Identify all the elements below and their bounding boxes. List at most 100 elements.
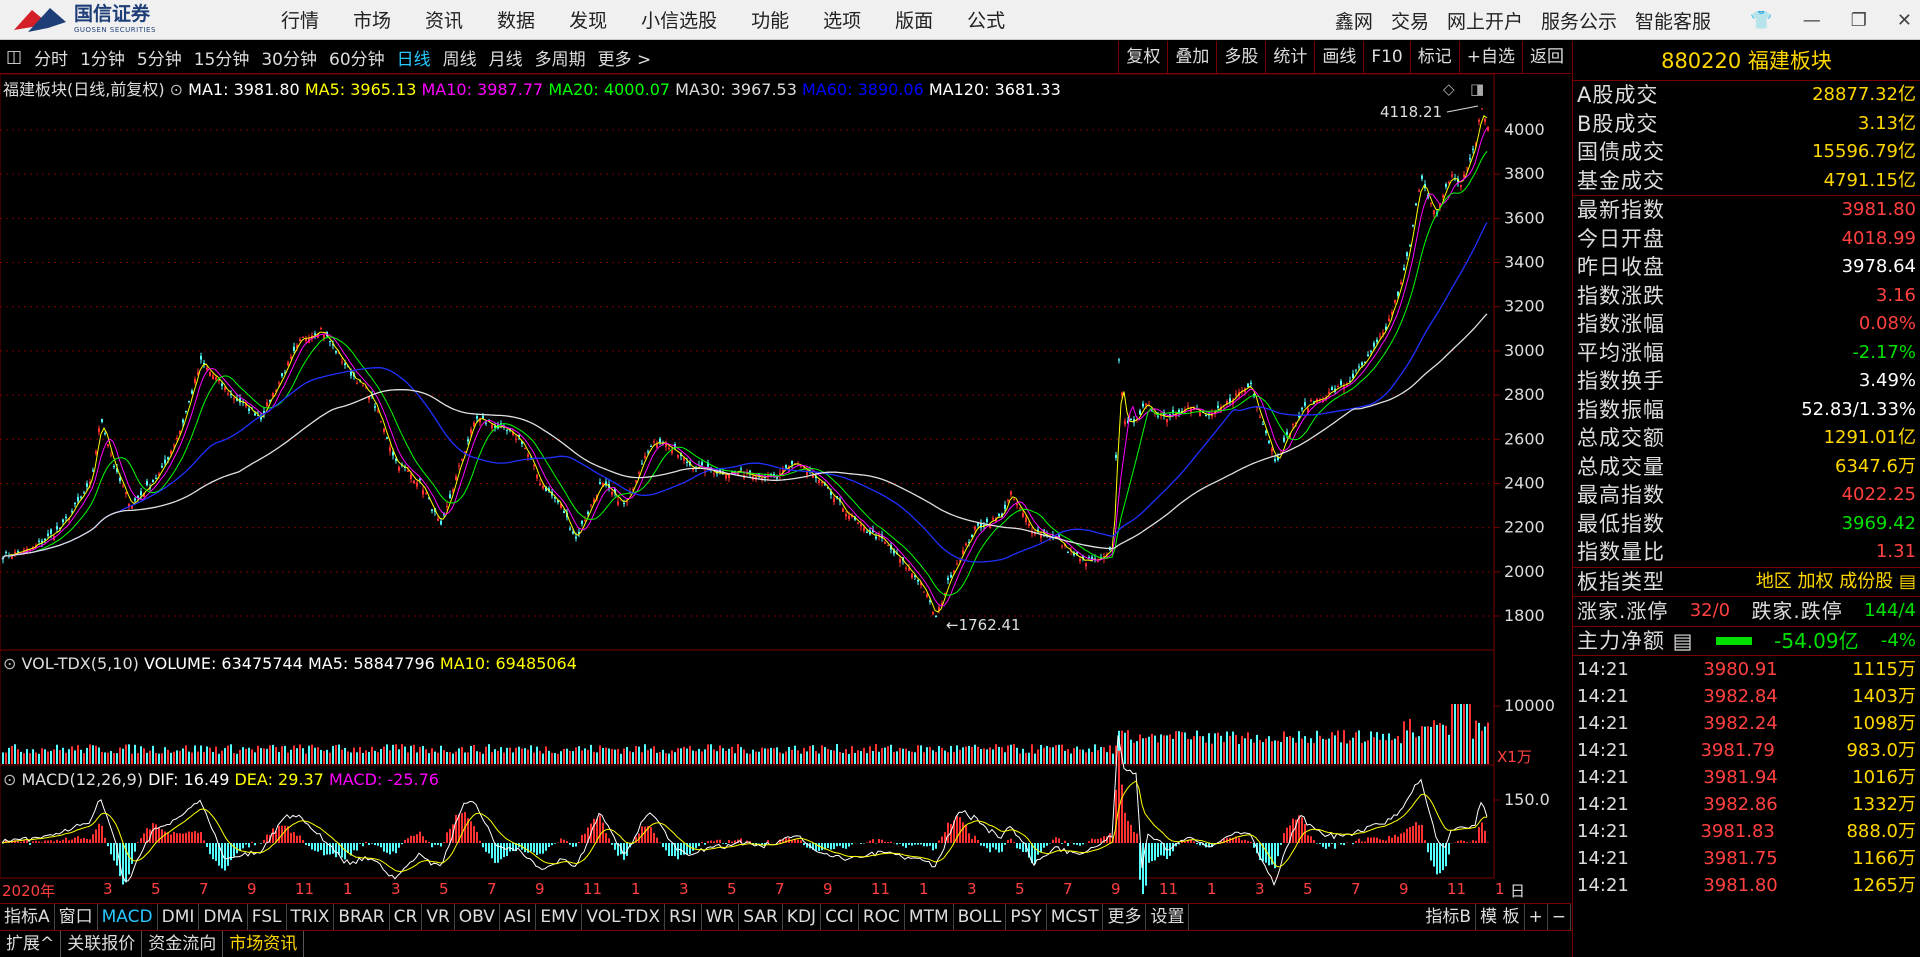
menu-item[interactable]: 数据	[480, 6, 552, 33]
indicator-control[interactable]: −	[1548, 904, 1571, 931]
indicator-tab[interactable]: 更多	[1103, 903, 1147, 931]
period-tab[interactable]: 多周期	[529, 45, 592, 70]
tool-button[interactable]: 标记	[1409, 41, 1459, 73]
candle-body	[446, 505, 448, 507]
candle-body	[386, 437, 388, 440]
board-type-value[interactable]: 地区 加权 成份股 ▤	[1756, 568, 1916, 597]
period-tab[interactable]: 60分钟	[323, 45, 391, 70]
indicator-tab[interactable]: BRAR	[334, 903, 390, 931]
tool-button[interactable]: F10	[1363, 41, 1409, 73]
indicator-control[interactable]: +	[1525, 904, 1548, 931]
top-link[interactable]: 智能客服	[1626, 7, 1720, 34]
indicator-tab[interactable]: CCI	[821, 903, 859, 931]
stat-value: 3.13亿	[1857, 112, 1916, 134]
bottom-tab[interactable]: 市场资讯	[223, 930, 305, 957]
indicator-tab[interactable]: 指标A	[0, 903, 55, 931]
indicator-control[interactable]: 模 板	[1476, 904, 1525, 931]
indicator-tab[interactable]: DMA	[199, 903, 248, 931]
indicator-tab[interactable]: SAR	[739, 903, 783, 931]
period-tab[interactable]: 更多 >	[592, 45, 658, 70]
close-button[interactable]: ✕	[1897, 10, 1912, 31]
indicator-tab[interactable]: RSI	[665, 903, 702, 931]
settings-icon[interactable]: ⊙	[165, 80, 189, 99]
menu-item[interactable]: 资讯	[408, 6, 480, 33]
menu-item[interactable]: 功能	[734, 6, 806, 33]
indicator-tab[interactable]: 设置	[1146, 903, 1190, 931]
tool-button[interactable]: 统计	[1265, 41, 1314, 73]
indicator-tab[interactable]: ASI	[500, 903, 537, 931]
macd-bar	[1151, 843, 1153, 862]
indicator-tab[interactable]: MACD	[98, 903, 158, 931]
tool-button[interactable]: 返回	[1522, 41, 1571, 73]
indicator-tab[interactable]: MCST	[1047, 903, 1104, 931]
indicator-tab[interactable]: KDJ	[783, 903, 822, 931]
menu-item[interactable]: 发现	[552, 6, 624, 33]
indicator-tab[interactable]: MTM	[905, 903, 954, 931]
macd-value: DIF: 16.49	[148, 770, 235, 789]
volume-bar	[584, 748, 586, 764]
menu-item[interactable]: 市场	[336, 6, 408, 33]
layout-toggle-icon[interactable]: ◫	[0, 47, 28, 67]
candle-body	[1145, 403, 1147, 406]
stat-row: 基金成交 4791.15亿	[1573, 167, 1920, 196]
indicator-tab[interactable]: 窗口	[55, 903, 98, 931]
settings-icon[interactable]: ⊙	[3, 770, 22, 789]
indicator-control[interactable]: 指标B	[1421, 904, 1477, 931]
diamond-icon: ◇	[1443, 80, 1455, 98]
period-tab[interactable]: 5分钟	[131, 45, 188, 70]
tool-button[interactable]: 多股	[1216, 41, 1265, 73]
volume-bar	[191, 752, 193, 764]
candle-body	[563, 511, 565, 514]
indicator-tab[interactable]: DMI	[158, 903, 200, 931]
date-tick: 7	[1351, 880, 1361, 898]
volume-bar	[929, 746, 931, 764]
candle-body	[1466, 167, 1468, 169]
indicator-tab[interactable]: FSL	[248, 903, 287, 931]
candle-body	[185, 411, 187, 413]
settings-icon[interactable]: ⊙	[3, 654, 22, 673]
volume-bar	[1229, 735, 1231, 764]
bottom-tab[interactable]: 关联报价	[61, 930, 143, 957]
bottom-tab[interactable]: 资金流向	[142, 930, 224, 957]
tool-button[interactable]: 画线	[1314, 41, 1363, 73]
period-tab[interactable]: 30分钟	[255, 45, 323, 70]
menu-item[interactable]: 公式	[950, 6, 1022, 33]
macd-bar	[1472, 840, 1474, 843]
indicator-tab[interactable]: BOLL	[954, 903, 1007, 931]
indicator-tab[interactable]: VR	[422, 903, 455, 931]
skin-icon[interactable]: 👕	[1750, 10, 1772, 31]
period-tab[interactable]: 月线	[483, 45, 529, 70]
bottom-tab[interactable]: 扩展^	[0, 930, 62, 957]
tool-button[interactable]: +自选	[1458, 41, 1522, 73]
menu-item[interactable]: 选项	[806, 6, 878, 33]
top-link[interactable]: 交易	[1382, 7, 1438, 34]
indicator-tab[interactable]: VOL-TDX	[582, 903, 665, 931]
top-link[interactable]: 服务公示	[1532, 7, 1626, 34]
period-tab[interactable]: 分时	[28, 45, 74, 70]
list-icon[interactable]: ▤	[1665, 629, 1694, 653]
volume-bar	[1193, 736, 1195, 764]
candle-body	[194, 379, 196, 383]
indicator-tab[interactable]: WR	[702, 903, 740, 931]
period-tab[interactable]: 周线	[437, 45, 483, 70]
volume-bar	[224, 748, 226, 764]
tool-button[interactable]: 叠加	[1167, 41, 1216, 73]
indicator-tab[interactable]: TRIX	[287, 903, 335, 931]
minimize-button[interactable]: —	[1803, 10, 1821, 31]
menu-item[interactable]: 行情	[264, 6, 336, 33]
period-tab[interactable]: 1分钟	[74, 45, 131, 70]
indicator-tab[interactable]: EMV	[536, 903, 583, 931]
indicator-tab[interactable]: PSY	[1006, 903, 1047, 931]
restore-button[interactable]: ❐	[1851, 10, 1867, 31]
indicator-tab[interactable]: ROC	[859, 903, 905, 931]
period-tab[interactable]: 15分钟	[188, 45, 256, 70]
top-link[interactable]: 网上开户	[1438, 7, 1532, 34]
period-tab[interactable]: 日线	[391, 45, 437, 70]
indicator-tab[interactable]: CR	[390, 903, 423, 931]
top-link[interactable]: 鑫网	[1326, 7, 1382, 34]
indicator-tab[interactable]: OBV	[455, 903, 500, 931]
tool-button[interactable]: 复权	[1118, 41, 1167, 73]
menu-item[interactable]: 小信选股	[624, 6, 734, 33]
volume-bar	[350, 752, 352, 764]
menu-item[interactable]: 版面	[878, 6, 950, 33]
